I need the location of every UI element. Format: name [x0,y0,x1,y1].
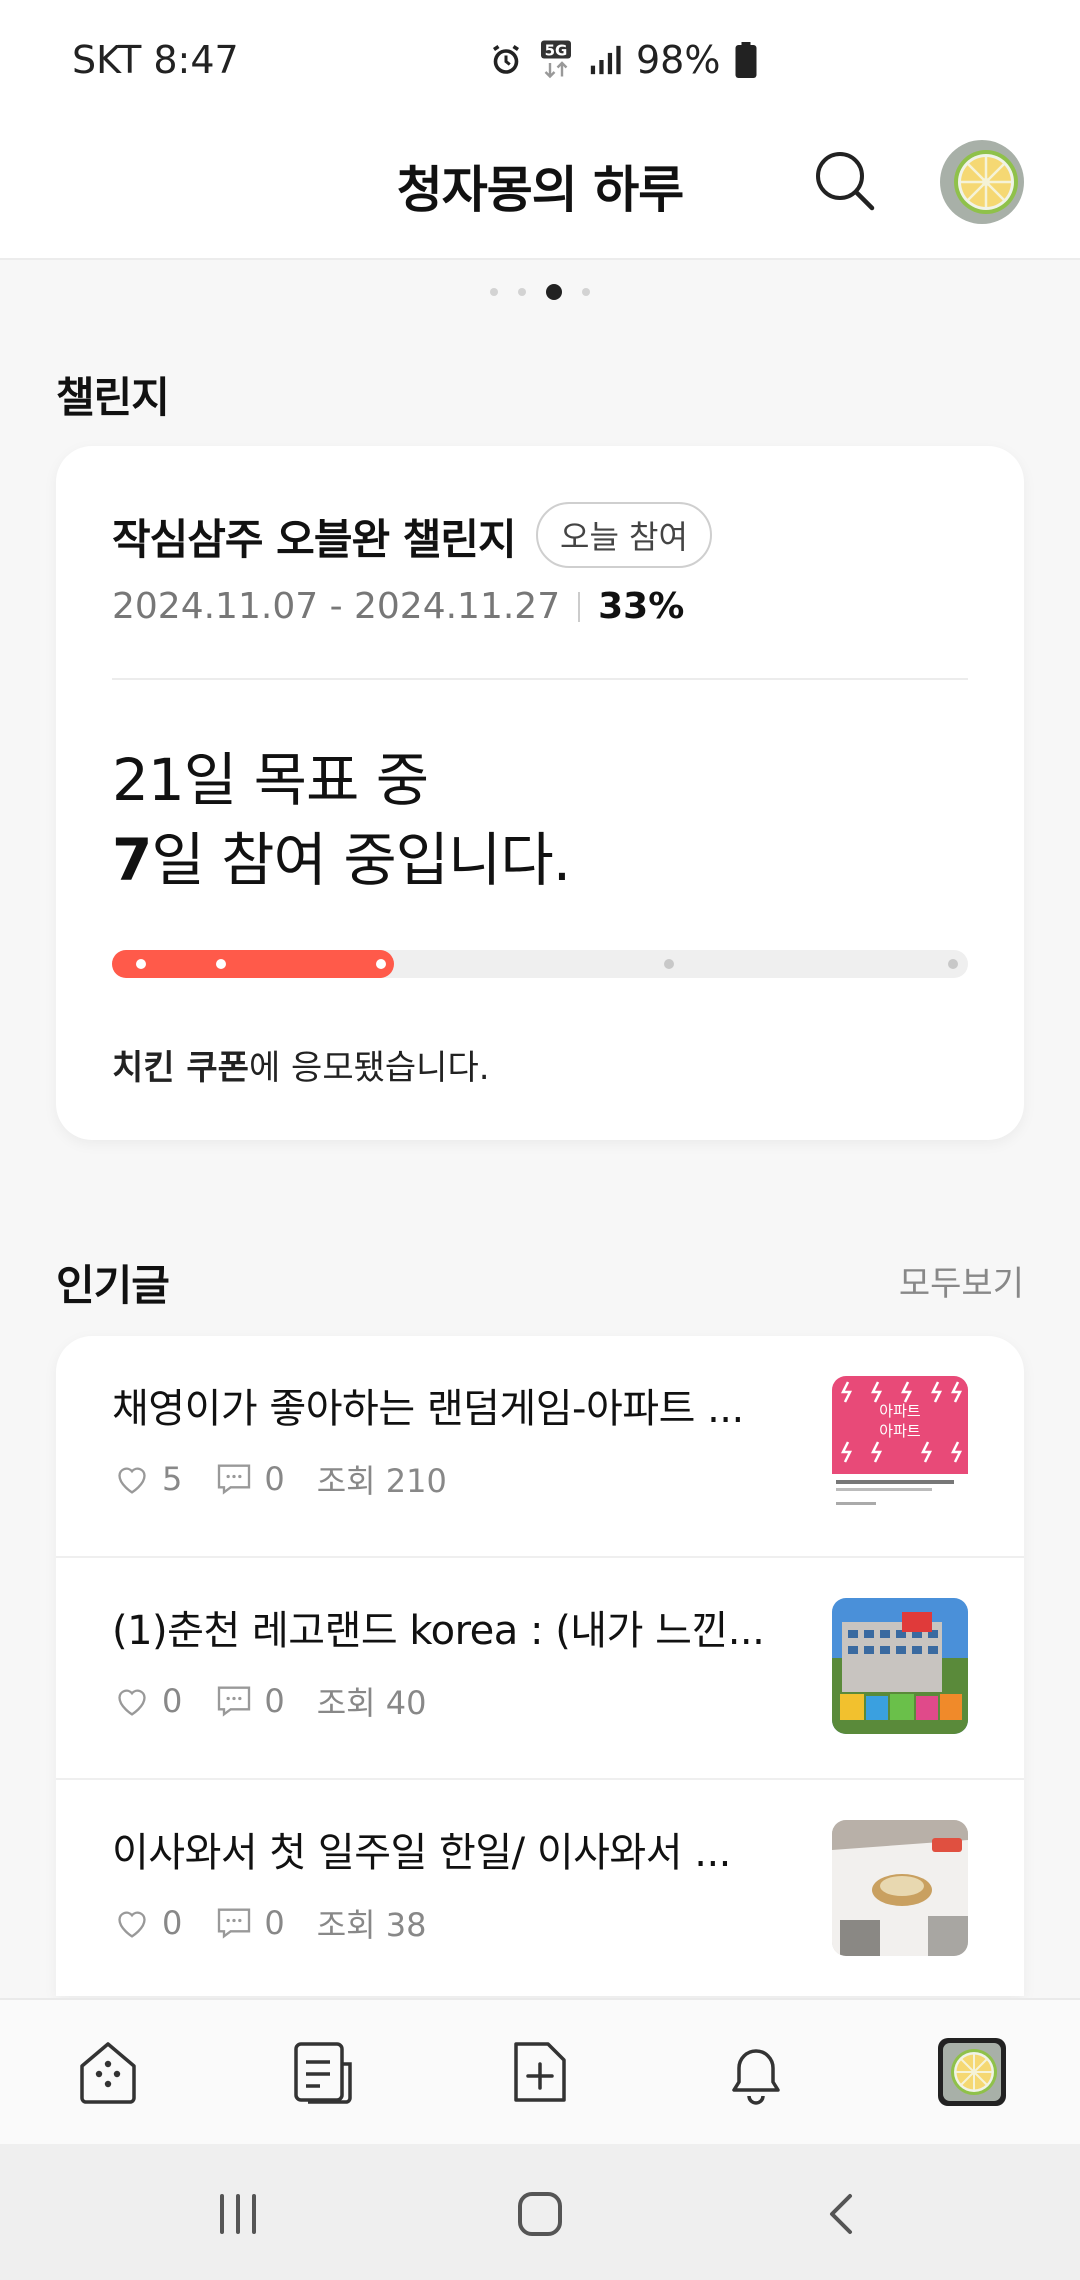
popular-post-item[interactable]: 이사와서 첫 일주일 한일/ 이사와서 ... 0 0 조회 38 [56,1780,1024,1996]
reward-text: 치킨 쿠폰에 응모됐습니다. [112,1040,490,1089]
goal-line-1: 21일 목표 중 [112,746,429,814]
challenge-percent: 33% [598,586,685,627]
participated-days: 7 [112,826,152,894]
post-title: 이사와서 첫 일주일 한일/ 이사와서 ... [112,1830,731,1876]
goal-line-2: 7일 참여 중입니다. [112,820,571,900]
challenge-progress-bar [112,950,968,978]
legoland-photo [832,1598,968,1734]
challenge-name: 작심삼주 오블완 챌린지 [112,515,517,564]
comment-count: 0 [264,1682,285,1720]
view-count: 조회 38 [316,1906,427,1944]
goal-line-2-text: 일 참여 중입니다. [151,826,571,894]
apt-song-thumbnail: 아파트 아파트 [832,1376,968,1512]
page-dot [518,288,526,296]
carousel-page-indicator [0,284,1080,300]
popular-post-item[interactable]: 채영이가 좋아하는 랜덤게임-아파트 ... 5 0 조회 210 아파트 아파… [56,1336,1024,1558]
page-dot [490,288,498,296]
battery-icon [735,42,757,78]
post-title: (1)춘천 레고랜드 korea : (내가 느낀... [112,1608,765,1654]
heart-icon [118,1689,146,1716]
system-navigation-bar [0,2144,1080,2280]
reward-message: 에 응모됐습니다. [248,1048,490,1088]
post-title: 채영이가 좋아하는 랜덤게임-아파트 ... [112,1386,744,1432]
nav-feed[interactable] [288,2036,360,2108]
like-count: 0 [162,1682,183,1720]
nav-home[interactable] [72,2036,144,2108]
comment-icon [218,1686,251,1717]
page-dot [546,284,562,300]
progress-milestone [216,959,226,969]
challenge-goal-text: 21일 목표 중 7일 참여 중입니다. [112,740,571,900]
profile-icon [938,2038,1006,2106]
nav-profile[interactable] [936,2036,1008,2108]
progress-milestone [136,959,146,969]
challenge-dates: 2024.11.07 - 2024.11.27 [112,586,561,627]
post-thumbnail [832,1598,968,1734]
network-5g-icon: 5G [541,40,571,79]
like-count: 0 [162,1904,183,1942]
write-icon [514,2042,566,2102]
progress-milestone [376,959,386,969]
blog-title: 청자몽의 하루 [396,161,684,219]
comment-count: 0 [264,1460,285,1498]
popular-section-title: 인기글 [56,1261,170,1310]
comment-count: 0 [264,1904,285,1942]
page-dot [582,288,590,296]
nav-notifications[interactable] [720,2036,792,2108]
post-meta: 5 0 조회 210 [112,1456,447,1502]
feed-icon [294,2042,352,2104]
popular-posts-list: 채영이가 좋아하는 랜덤게임-아파트 ... 5 0 조회 210 아파트 아파… [56,1336,1024,1996]
status-icons: 5G 98% [488,38,758,82]
progress-milestone [948,959,958,969]
home-button-icon [518,2192,562,2236]
divider [112,678,968,680]
view-count: 조회 210 [316,1462,447,1500]
post-meta: 0 0 조회 40 [112,1678,427,1724]
signal-icon [590,45,621,75]
profile-avatar[interactable] [940,140,1024,224]
reward-name: 치킨 쿠폰 [112,1048,249,1088]
comment-icon [218,1908,251,1939]
progress-fill [112,950,395,978]
post-meta: 0 0 조회 38 [112,1900,427,1946]
svg-text:5G: 5G [545,42,568,60]
recent-apps-button[interactable] [208,2184,268,2244]
see-all-link[interactable]: 모두보기 [899,1256,1024,1305]
alarm-icon [493,45,519,74]
like-count: 5 [162,1460,183,1498]
svg-text:아파트: 아파트 [879,1402,921,1420]
comment-icon [218,1464,251,1495]
search-icon [816,152,875,211]
post-thumbnail [832,1820,968,1956]
home-icon [80,2042,136,2104]
challenge-period: 2024.11.07 - 2024.11.27 33% [112,586,684,627]
back-button[interactable] [812,2184,872,2244]
progress-milestone [664,959,674,969]
nav-write[interactable] [504,2036,576,2108]
challenge-card[interactable]: 작심삼주 오블완 챌린지 오늘 참여 2024.11.07 - 2024.11.… [56,446,1024,1140]
heart-icon [118,1467,146,1494]
heart-icon [118,1911,146,1938]
status-bar: SKT 8:47 5G 98% [0,0,1080,120]
app-header: 청자몽의 하루 [0,120,1080,260]
notification-icon [732,2049,780,2105]
search-button[interactable] [810,146,880,216]
recent-apps-icon [220,2194,256,2234]
lemon-slice-avatar [940,140,1024,224]
post-thumbnail: 아파트 아파트 [832,1376,968,1512]
table-photo [832,1820,968,1956]
divider [578,591,581,622]
popular-post-item[interactable]: (1)춘천 레고랜드 korea : (내가 느낀... 0 0 조회 40 [56,1558,1024,1780]
today-participation-badge: 오늘 참여 [536,502,712,568]
challenge-section-title: 챌린지 [56,373,170,422]
view-count: 조회 40 [316,1684,427,1722]
home-button[interactable] [510,2184,570,2244]
battery-percent: 98% [636,38,721,82]
svg-text:아파트: 아파트 [879,1422,921,1440]
back-icon [830,2194,852,2234]
bottom-navigation [0,1998,1080,2144]
